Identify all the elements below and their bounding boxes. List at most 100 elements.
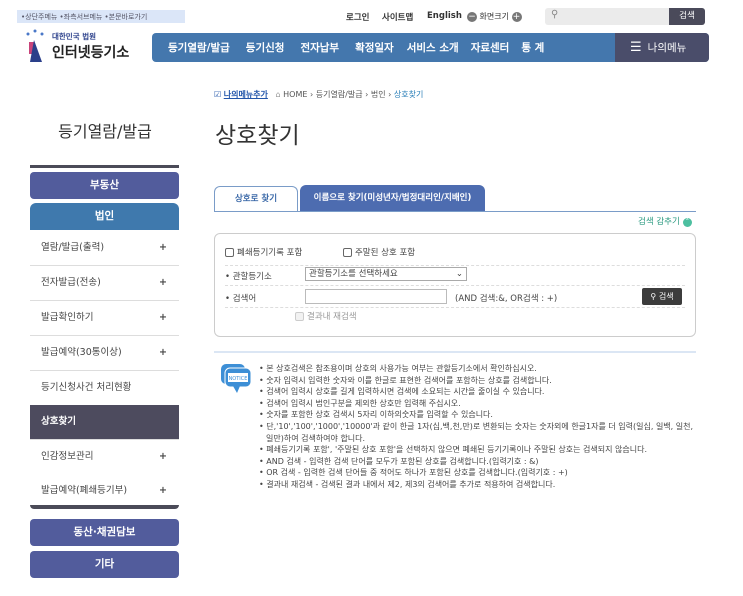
sidebar-item-label: 전자발급(전송) [41,277,101,288]
hide-search-label: 검색 감추기 [638,217,680,227]
keyword-row: • 검색어 (AND 검색:&, OR검색 : +) ⚲ 검색 [225,286,685,308]
expand-icon: + [159,451,167,462]
expand-icon: + [159,485,167,496]
tab-underline [214,211,696,212]
notice-item: • 숫자 입력시 입력한 숫자와 이를 한글로 표현한 검색어를 포함하는 상호… [259,375,552,385]
skip-links[interactable]: •상단주메뉴 •좌측서브메뉴 •본문바로가기 [17,10,185,23]
add-my-menu-link[interactable]: 나의메뉴추가 [224,90,268,99]
expand-icon: + [159,312,167,323]
zoom-in-icon[interactable]: + [511,11,522,22]
tab-search-by-person[interactable]: 이름으로 찾기(미성년자/법정대리인/지배인) [300,185,485,212]
check-icon: ☑ [214,90,222,99]
breadcrumb-item[interactable]: 법인 [371,90,386,99]
sidebar-item-label: 발급확인하기 [41,312,94,323]
sidebar-item[interactable]: 발급예약(30통이상) + [30,336,179,371]
keyword-hint: (AND 검색:&, OR검색 : +) [455,294,558,304]
expand-icon: + [159,242,167,253]
notice-item: • AND 검색 - 입력한 검색 단어를 모두가 포함된 상호를 검색합니다.… [259,456,539,466]
sidebar-item[interactable]: 발급확인하기 + [30,301,179,336]
keyword-label: • 검색어 [225,294,257,304]
notice-item: • 결과내 재검색 - 검색된 결과 내에서 제2, 제3의 검색어를 추가로 … [259,479,556,489]
court-logo-icon [26,29,44,62]
keyword-input[interactable] [305,289,447,304]
search-icon: ⚲ [551,9,559,20]
registry-label: • 관할등기소 [225,272,272,282]
nav-item[interactable]: 등기신청 [246,40,285,55]
sidebar-category-etc[interactable]: 기타 [30,551,179,578]
sidebar-item-label: 발급예약(30통이상) [41,347,122,358]
logo-subtitle: 대한민국 법원 [52,32,97,41]
search-icon: ⚲ [650,292,657,301]
screen-size-label: 화면크기 [479,12,509,21]
include-closed-label: 폐쇄등기기록 포함 [237,248,303,258]
chevron-up-icon: ˄ [682,218,692,227]
nav-item[interactable]: 전자납부 [300,40,339,55]
sidebar-item-label: 열람/발급(출력) [41,242,105,253]
include-dormant-checkbox[interactable]: 주말된 상호 포함 [342,248,416,258]
chevron-down-icon: ⌄ [455,269,463,279]
notice-item: • 검색어 입력시 상호를 길게 입력하시면 검색에 소요되는 시간을 줄이실 … [259,387,545,397]
breadcrumb-item[interactable]: 등기열람/발급 [316,90,363,99]
sidebar-item-label: 인감정보관리 [41,451,94,462]
notice-icon-text: NOTICE [229,376,248,382]
notice-item: • 폐쇄등기기록 포함', '주말된 상호 포함'을 선택하지 않으면 폐쇄된 … [259,445,648,455]
expand-icon: + [159,347,167,358]
search-button[interactable]: ⚲ 검색 [642,288,682,305]
sidebar-item[interactable]: 열람/발급(출력) + [30,231,179,266]
nav-item[interactable]: 서비스 소개 [407,40,459,55]
hamburger-icon: ☰ [630,40,642,55]
notice-list: • 본 상호검색은 참조용이며 상호의 사용가능 여부는 관할등기소에서 확인하… [259,363,699,491]
nav-item[interactable]: 자료센터 [471,40,510,55]
sidebar-item[interactable]: 등기신청사건 처리현황 [30,371,179,406]
sidebar-divider [30,165,179,168]
include-dormant-label: 주말된 상호 포함 [354,248,416,258]
registry-row: • 관할등기소 관할등기소를 선택하세요 ⌄ [225,266,685,286]
notice-item: • 숫자를 포함한 상호 검색시 5자리 이하의숫자를 입력할 수 있습니다. [259,410,493,420]
zoom-out-icon[interactable]: − [467,11,477,22]
notice-item: • OR 검색 - 입력한 검색 단어들 중 적어도 하나가 포함된 상호를 검… [259,468,568,478]
screen-size-control: − 화면크기 + [467,11,522,22]
nav-item[interactable]: 통 계 [521,40,544,55]
sidebar-item[interactable]: 전자발급(전송) + [30,266,179,301]
login-link[interactable]: 로그인 [346,11,369,23]
sidebar-item-label: 등기신청사건 처리현황 [41,382,132,393]
logo-title: 인터넷등기소 [52,45,130,61]
english-link[interactable]: English [427,11,462,21]
page-title: 상호찾기 [215,123,300,149]
sidebar-category-movable[interactable]: 동산·채권담보 [30,519,179,546]
breadcrumb-home[interactable]: HOME [283,90,307,99]
breadcrumb-current: 상호찾기 [393,90,424,99]
nav-item[interactable]: 등기열람/발급 [168,40,230,55]
registry-select[interactable]: 관할등기소를 선택하세요 ⌄ [305,267,467,281]
sidebar-category-corporation[interactable]: 법인 [30,203,179,230]
notice-item: • 단,'10','100','1000','10000'과 같이 한글 1자(… [259,421,694,443]
notice-item: • 검색어 입력시 법인구분을 제외한 상호만 입력해 주십시오. [259,398,461,408]
research-checkbox[interactable]: 결과내 재검색 [295,310,685,326]
notice-divider [214,351,696,353]
logo[interactable]: 대한민국 법원 인터넷등기소 [20,28,140,64]
sidebar-title: 등기열람/발급 [58,122,152,141]
sitemap-link[interactable]: 사이트맵 [382,11,413,23]
tab-search-by-name[interactable]: 상호로 찾기 [214,186,298,212]
notice-icon: NOTICE [221,364,253,394]
breadcrumb: ☑ 나의메뉴추가 ⌂ HOME › 등기열람/발급 › 법인 › 상호찾기 [214,90,424,99]
include-closed-checkbox[interactable]: 폐쇄등기기록 포함 [225,248,302,258]
home-icon: ⌂ [275,90,281,99]
search-button-label: 검색 [658,292,674,301]
expand-icon: + [159,277,167,288]
registry-select-value: 관할등기소를 선택하세요 [309,269,398,279]
sidebar-item[interactable]: 발급예약(폐쇄등기부) + [30,474,179,509]
sidebar-item-label: 상호찾기 [41,416,76,427]
sidebar-bottom-bar [30,505,179,509]
sidebar-item[interactable]: 인감정보관리 + [30,440,179,475]
hide-search-toggle[interactable]: 검색 감추기 ˄ [638,215,692,227]
site-search-button[interactable]: 검색 [669,8,705,25]
my-menu-label: 나의메뉴 [647,42,687,54]
notice-item: • 본 상호검색은 참조용이며 상호의 사용가능 여부는 관할등기소에서 확인하… [259,364,537,373]
sidebar-category-realestate[interactable]: 부동산 [30,172,179,199]
options-row: 폐쇄등기기록 포함 주말된 상호 포함 [225,246,685,266]
nav-item[interactable]: 확정일자 [355,40,394,55]
sidebar-item-active[interactable]: 상호찾기 [30,405,179,440]
my-menu-button[interactable]: ☰ 나의메뉴 [615,33,709,62]
search-form: 폐쇄등기기록 포함 주말된 상호 포함 • 관할등기소 관할등기소를 선택하세요… [214,233,696,337]
